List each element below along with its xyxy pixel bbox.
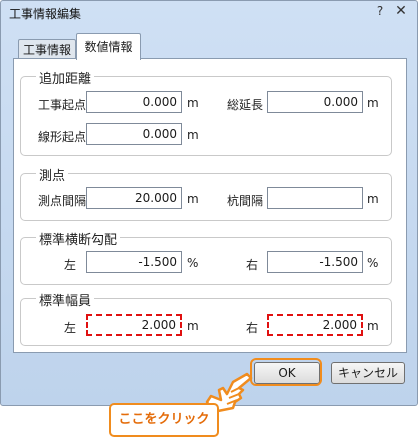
tab-construction-info[interactable]: 工事情報 [18, 39, 76, 60]
start-point-label: 工事起点 [38, 98, 87, 112]
group-standard-width-title: 標準幅員 [36, 290, 95, 309]
group-station-title: 測点 [36, 165, 69, 184]
width-right-input[interactable]: 2.000 [267, 314, 363, 336]
close-icon[interactable]: ✕ [392, 3, 410, 19]
slope-left-label: 左 [64, 258, 77, 272]
ok-highlight-ring [250, 358, 322, 386]
alignment-start-input[interactable]: 0.000 [86, 123, 182, 145]
stake-interval-unit: m [367, 192, 379, 206]
total-length-label: 総延長 [227, 98, 264, 112]
slope-left-input[interactable]: -1.500 [86, 251, 182, 273]
width-left-input[interactable]: 2.000 [86, 314, 182, 336]
tab-numeric-info[interactable]: 数値情報 [76, 33, 141, 60]
click-here-callout: ここをクリック [109, 403, 219, 437]
start-point-unit: m [187, 96, 199, 110]
width-right-label: 右 [246, 321, 259, 335]
width-left-label: 左 [64, 321, 77, 335]
group-distance-title: 追加距離 [36, 68, 95, 87]
station-interval-input[interactable]: 20.000 [86, 187, 182, 209]
total-length-unit: m [367, 96, 379, 110]
start-point-input[interactable]: 0.000 [86, 91, 182, 113]
alignment-start-label: 線形起点 [38, 130, 87, 144]
cancel-button[interactable]: キャンセル [331, 362, 405, 384]
title-bar: 工事情報編集 ? ✕ [1, 1, 417, 23]
slope-right-unit: % [367, 256, 379, 270]
stake-interval-input[interactable] [267, 187, 363, 209]
help-icon[interactable]: ? [373, 4, 387, 18]
station-interval-unit: m [187, 192, 199, 206]
alignment-start-unit: m [187, 128, 199, 142]
dialog-window: 工事情報編集 ? ✕ 工事情報 数値情報 追加距離 工事起点 0.000 m 総… [0, 0, 418, 406]
width-left-unit: m [187, 319, 199, 333]
width-right-unit: m [367, 319, 379, 333]
slope-right-label: 右 [246, 258, 259, 272]
station-interval-label: 測点間隔 [38, 194, 87, 208]
stake-interval-label: 杭間隔 [227, 194, 264, 208]
window-title: 工事情報編集 [9, 7, 82, 21]
group-cross-slope-title: 標準横断勾配 [36, 229, 121, 248]
slope-left-unit: % [187, 256, 199, 270]
slope-right-input[interactable]: -1.500 [267, 251, 363, 273]
total-length-input[interactable]: 0.000 [267, 91, 363, 113]
